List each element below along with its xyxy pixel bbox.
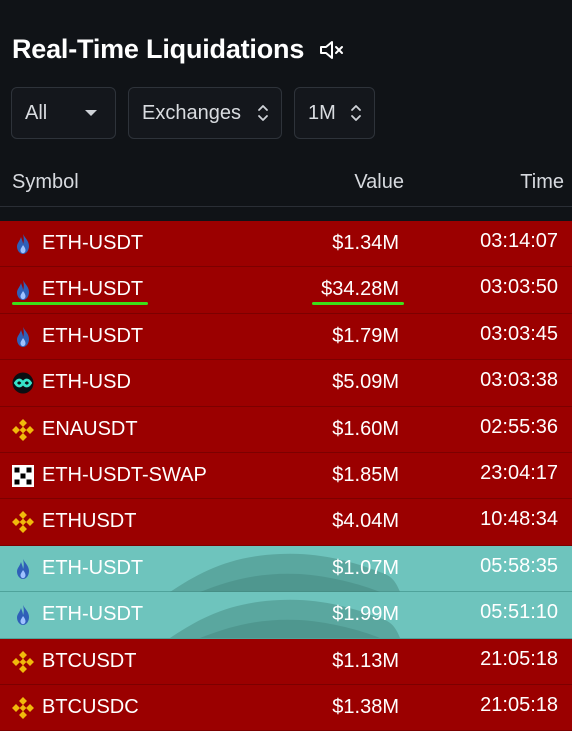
row-value: $1.13M	[332, 649, 399, 672]
binance-icon	[12, 650, 34, 673]
okx-icon	[12, 464, 34, 487]
symbol-highlight-underline	[12, 302, 148, 306]
liquidation-row[interactable]: ENAUSDT $1.60M 02:55:36	[0, 406, 572, 453]
row-time: 23:04:17	[480, 461, 558, 484]
row-symbol: ENAUSDT	[42, 417, 138, 440]
row-value: $1.85M	[332, 463, 399, 486]
row-value: $4.04M	[332, 510, 399, 533]
row-symbol: ETH-USDT	[42, 603, 144, 626]
value-highlight-underline	[312, 302, 404, 306]
exchange-filter-value: Exchanges	[142, 101, 241, 124]
liquidation-row[interactable]: ETHUSDT $4.04M 10:48:34	[0, 499, 572, 546]
column-header-symbol: Symbol	[12, 171, 79, 193]
exchange-filter-select[interactable]: Exchanges	[128, 87, 282, 139]
bitmex-icon	[12, 372, 34, 394]
caret-down-icon	[85, 110, 97, 116]
row-time: 02:55:36	[480, 415, 558, 438]
liquidation-row[interactable]: ETH-USDT $1.34M 03:14:07	[0, 221, 572, 268]
row-symbol: ETH-USD	[42, 371, 131, 394]
row-symbol: ETHUSDT	[42, 510, 137, 533]
liquidation-row[interactable]: ETH-USDT $34.28M 03:03:50	[0, 267, 572, 314]
liquidation-row[interactable]: ETH-USDT-SWAP $1.85M 23:04:17	[0, 452, 572, 500]
row-time: 03:03:45	[480, 322, 558, 345]
binance-icon	[12, 511, 34, 534]
row-time: 10:48:34	[480, 508, 558, 531]
row-time: 21:05:18	[480, 647, 558, 670]
filter-bar: All Exchanges 1M	[11, 87, 375, 139]
header-divider	[0, 206, 572, 207]
title-row: Real-Time Liquidations	[12, 34, 346, 65]
row-value: $1.79M	[332, 324, 399, 347]
row-value: $5.09M	[332, 371, 399, 394]
binance-icon	[12, 418, 34, 441]
liquidation-row[interactable]: ETH-USDT $1.07M 05:58:35	[0, 545, 572, 593]
row-value: $1.38M	[332, 695, 399, 718]
liquidation-row[interactable]: ETH-USD $5.09M 03:03:38	[0, 360, 572, 407]
row-value: $1.07M	[332, 556, 399, 579]
huobi-flame-icon	[12, 233, 34, 255]
timeframe-value: 1M	[308, 101, 336, 124]
liquidation-row[interactable]: ETH-USDT $1.99M 05:51:10	[0, 592, 572, 639]
row-symbol: ETH-USDT	[42, 324, 144, 347]
row-symbol: ETH-USDT-SWAP	[42, 463, 207, 486]
row-symbol: ETH-USDT	[42, 278, 144, 301]
row-time: 03:03:50	[480, 276, 558, 299]
binance-icon	[12, 696, 34, 719]
liquidation-list: ETH-USDT $1.34M 03:14:07 ETH-USDT $34.28M 03:…	[0, 221, 572, 731]
row-time: 03:14:07	[480, 230, 558, 252]
row-symbol: ETH-USDT	[42, 556, 144, 579]
row-time: 05:51:10	[480, 601, 558, 624]
sort-updown-icon	[351, 105, 361, 121]
liquidation-row[interactable]: BTCUSDC $1.38M 21:05:18	[0, 684, 572, 731]
speaker-muted-icon[interactable]	[318, 39, 346, 61]
row-time: 21:05:18	[480, 693, 558, 716]
type-filter-dropdown[interactable]: All	[11, 87, 116, 139]
huobi-flame-icon	[12, 279, 34, 301]
row-symbol: ETH-USDT	[42, 232, 144, 254]
huobi-flame-icon	[12, 326, 34, 348]
huobi-flame-icon	[12, 604, 34, 626]
row-time: 03:03:38	[480, 369, 558, 392]
sort-updown-icon	[258, 105, 268, 121]
row-symbol: BTCUSDT	[42, 649, 137, 672]
row-value: $1.60M	[332, 417, 399, 440]
row-value: $1.34M	[332, 232, 399, 254]
row-symbol: BTCUSDC	[42, 695, 139, 718]
liquidation-row[interactable]: BTCUSDT $1.13M 21:05:18	[0, 638, 572, 685]
row-time: 05:58:35	[480, 554, 558, 577]
table-header: Symbol Value Time	[0, 165, 572, 201]
type-filter-value: All	[25, 101, 48, 124]
huobi-flame-icon	[12, 558, 34, 580]
liquidation-row[interactable]: ETH-USDT $1.79M 03:03:45	[0, 313, 572, 361]
column-header-value: Value	[354, 171, 404, 193]
timeframe-select[interactable]: 1M	[294, 87, 375, 139]
page-title: Real-Time Liquidations	[12, 34, 305, 64]
column-header-time: Time	[520, 171, 564, 193]
row-value: $34.28M	[321, 278, 399, 301]
row-value: $1.99M	[332, 603, 399, 626]
